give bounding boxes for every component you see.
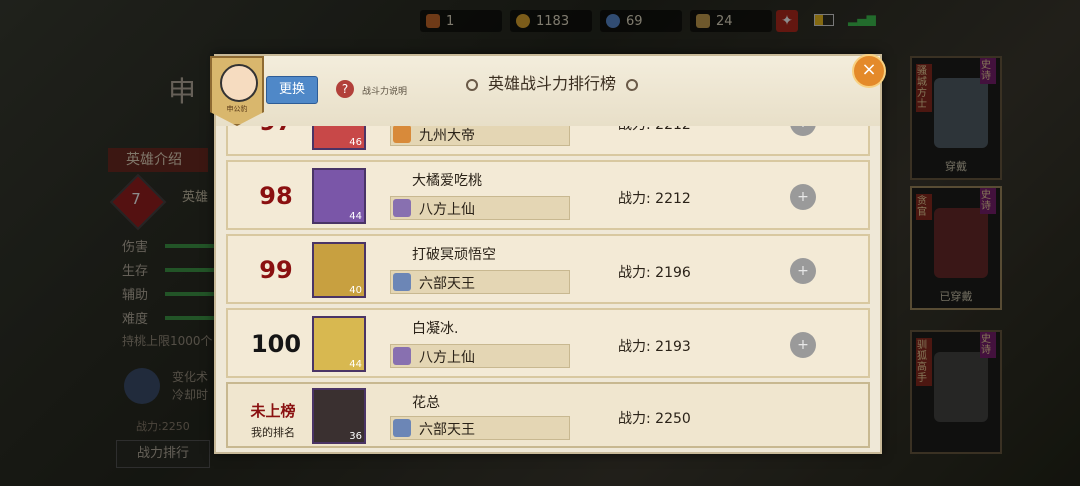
dialog-title-text: 英雄战斗力排行榜 xyxy=(488,74,617,93)
my-rank-caption: 我的排名 xyxy=(251,426,295,439)
guild-name: 六部天王 xyxy=(419,276,475,292)
player-power: 战力: 2212 xyxy=(618,191,691,207)
hero-face-icon xyxy=(220,64,258,102)
hero-level: 36 xyxy=(349,431,362,442)
rank-number: 99 xyxy=(259,256,293,284)
my-ranking-row: 未上榜 我的排名 36 花总 六部天王 战力: 2250 xyxy=(226,382,870,448)
player-portrait: 44 xyxy=(312,168,366,224)
hero-level: 44 xyxy=(349,211,362,222)
rank-number: 100 xyxy=(250,330,302,358)
player-power: 战力: 2193 xyxy=(618,339,691,355)
player-portrait: 40 xyxy=(312,242,366,298)
add-friend-icon[interactable]: + xyxy=(790,258,816,284)
ranking-row[interactable]: 98 44 大橘爱吃桃 八方上仙 战力: 2212 + xyxy=(226,160,870,230)
hero-level: 46 xyxy=(349,137,362,148)
ranking-row[interactable]: 97 46 九州大帝 战力: 2212 + xyxy=(226,126,870,156)
my-power: 战力: 2250 xyxy=(618,411,691,427)
player-power: 战力: 2212 xyxy=(618,126,691,134)
guild-icon xyxy=(393,419,411,437)
add-friend-icon[interactable]: + xyxy=(790,126,816,136)
switch-hero-button[interactable]: 更换 xyxy=(266,76,318,104)
player-power: 战力: 2196 xyxy=(618,265,691,281)
guild-name: 六部天王 xyxy=(419,422,475,438)
guild-icon xyxy=(393,126,411,143)
guild-tag: 六部天王 xyxy=(390,270,570,294)
power-ranking-dialog: 申公豹 更换 ? 战斗力说明 英雄战斗力排行榜 × 97 46 九州大帝 战力:… xyxy=(210,54,886,454)
ornament-icon xyxy=(626,78,639,91)
guild-tag: 八方上仙 xyxy=(390,344,570,368)
ornament-icon xyxy=(466,78,478,91)
guild-tag: 八方上仙 xyxy=(390,196,570,220)
my-portrait: 36 xyxy=(312,388,366,444)
guild-name: 八方上仙 xyxy=(419,202,475,218)
hero-level: 40 xyxy=(349,285,362,296)
player-portrait: 46 xyxy=(312,126,366,150)
help-icon[interactable]: ? xyxy=(336,80,354,98)
avatar-caption: 申公豹 xyxy=(226,105,248,113)
current-hero-avatar: 申公豹 xyxy=(210,56,264,126)
guild-tag: 九州大帝 xyxy=(390,126,570,146)
rank-number: 97 xyxy=(236,126,316,136)
ranking-row[interactable]: 100 44 白凝冰. 八方上仙 战力: 2193 + xyxy=(226,308,870,378)
my-guild-tag: 六部天王 xyxy=(390,416,570,440)
ranking-row[interactable]: 99 40 打破冥顽悟空 六部天王 战力: 2196 + xyxy=(226,234,870,304)
rank-number: 98 xyxy=(259,182,293,210)
my-rank-status: 未上榜 xyxy=(250,402,296,420)
player-name: 大橘爱吃桃 xyxy=(412,173,482,189)
power-help-link[interactable]: 战斗力说明 xyxy=(362,84,407,97)
guild-name: 八方上仙 xyxy=(419,350,475,366)
player-portrait: 44 xyxy=(312,316,366,372)
add-friend-icon[interactable]: + xyxy=(790,184,816,210)
player-name: 白凝冰. xyxy=(412,321,459,337)
guild-icon xyxy=(393,199,411,217)
my-player-name: 花总 xyxy=(412,395,440,411)
hero-level: 44 xyxy=(349,359,362,370)
guild-name: 九州大帝 xyxy=(419,128,475,144)
dialog-title: 英雄战斗力排行榜 xyxy=(456,70,648,94)
guild-icon xyxy=(393,273,411,291)
guild-icon xyxy=(393,347,411,365)
player-name: 打破冥顽悟空 xyxy=(412,247,496,263)
add-friend-icon[interactable]: + xyxy=(790,332,816,358)
close-button[interactable]: × xyxy=(852,54,886,88)
